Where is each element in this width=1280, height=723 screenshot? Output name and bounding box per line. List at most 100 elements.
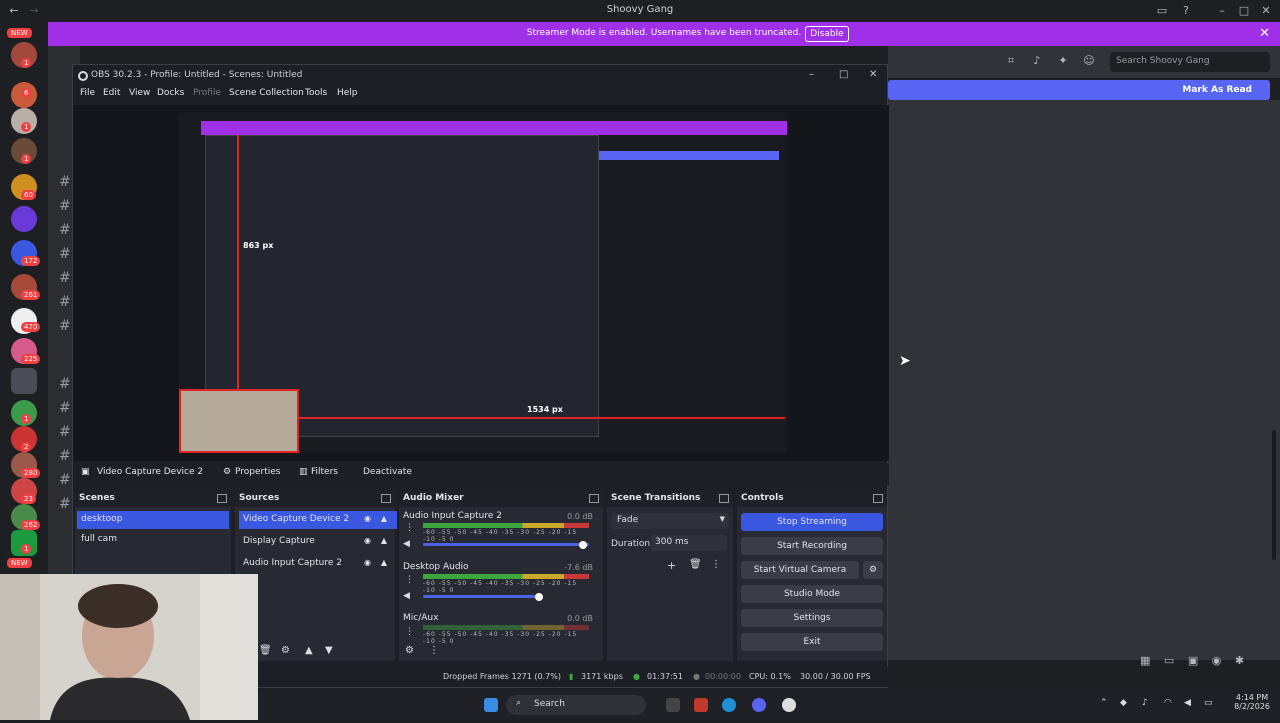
source-properties-icon[interactable]: ⚙ bbox=[281, 645, 290, 656]
screen-share-icon[interactable]: ▭ bbox=[1164, 654, 1174, 667]
filters-icon[interactable]: ▥ bbox=[299, 467, 308, 481]
scrollbar[interactable] bbox=[1272, 430, 1276, 560]
source-item[interactable]: Audio Input Capture 2 ◉ ▲ bbox=[239, 555, 397, 573]
emoji-icon[interactable]: ◉ bbox=[1212, 654, 1222, 667]
lock-icon[interactable]: ▲ bbox=[381, 558, 387, 567]
properties-button[interactable]: Properties bbox=[235, 467, 280, 481]
close-icon[interactable]: ✕ bbox=[869, 69, 877, 80]
menu-file[interactable]: File bbox=[80, 88, 95, 98]
soundboard-icon[interactable]: ▣ bbox=[1188, 654, 1198, 667]
channel-hash-icon[interactable]: # bbox=[59, 246, 71, 262]
speaker-icon[interactable]: ◀ bbox=[403, 591, 410, 601]
menu-view[interactable]: View bbox=[129, 88, 150, 98]
volume-slider[interactable] bbox=[423, 543, 589, 546]
tray-chevron-icon[interactable]: ⌃ bbox=[1100, 698, 1108, 708]
inbox-icon[interactable]: ▭ bbox=[1154, 3, 1170, 19]
channel-hash-icon[interactable]: # bbox=[59, 400, 71, 416]
undock-icon[interactable] bbox=[873, 494, 883, 503]
app-icon[interactable] bbox=[694, 698, 708, 712]
scene-item[interactable]: desktoop bbox=[77, 511, 229, 529]
channel-hash-icon[interactable]: # bbox=[59, 222, 71, 238]
speaker-icon[interactable]: ◀ bbox=[403, 539, 410, 549]
deactivate-button[interactable]: Deactivate bbox=[363, 467, 412, 481]
battery-icon[interactable]: ▭ bbox=[1204, 698, 1213, 708]
minimize-icon[interactable]: – bbox=[1214, 3, 1230, 19]
windows-start-icon[interactable] bbox=[484, 698, 498, 712]
settings-button[interactable]: Settings bbox=[741, 609, 883, 627]
trash-icon[interactable]: 🗑 bbox=[689, 559, 702, 570]
wifi-icon[interactable]: ◠ bbox=[1164, 698, 1172, 708]
menu-tools[interactable]: Tools bbox=[305, 88, 327, 98]
start-recording-button[interactable]: Start Recording bbox=[741, 537, 883, 555]
volume-slider-handle[interactable] bbox=[579, 541, 587, 549]
menu-dots-icon[interactable]: ⋮ bbox=[711, 559, 721, 570]
move-down-icon[interactable]: ▼ bbox=[325, 645, 333, 656]
scene-item[interactable]: full cam bbox=[77, 531, 229, 549]
menu-docks[interactable]: Docks bbox=[157, 88, 184, 98]
help-icon[interactable]: ? bbox=[1178, 3, 1194, 19]
visibility-eye-icon[interactable]: ◉ bbox=[364, 558, 371, 567]
visibility-eye-icon[interactable]: ◉ bbox=[364, 536, 371, 545]
channel-hash-icon[interactable]: # bbox=[59, 376, 71, 392]
channel-hash-icon[interactable]: # bbox=[59, 318, 71, 334]
add-icon[interactable]: + bbox=[667, 559, 676, 572]
server-icon[interactable] bbox=[11, 368, 37, 394]
channel-hash-icon[interactable]: # bbox=[59, 294, 71, 310]
exit-button[interactable]: Exit bbox=[741, 633, 883, 651]
maximize-icon[interactable]: □ bbox=[839, 69, 848, 80]
undock-icon[interactable] bbox=[381, 494, 391, 503]
lock-icon[interactable]: ▲ bbox=[381, 536, 387, 545]
mixer-menu-icon[interactable]: ⋮ bbox=[429, 645, 439, 656]
channel-hash-icon[interactable]: # bbox=[59, 198, 71, 214]
menu-dots-icon[interactable]: ⋮ bbox=[405, 523, 414, 533]
channel-hash-icon[interactable]: # bbox=[59, 448, 71, 464]
disable-streamer-mode-button[interactable]: Disable bbox=[805, 26, 849, 42]
remove-source-icon[interactable]: 🗑 bbox=[259, 645, 272, 656]
filters-button[interactable]: Filters bbox=[311, 467, 338, 481]
edge-icon[interactable] bbox=[722, 698, 736, 712]
channel-hash-icon[interactable]: # bbox=[59, 472, 71, 488]
menu-dots-icon[interactable]: ⋮ bbox=[405, 575, 414, 585]
visibility-eye-icon[interactable]: ◉ bbox=[364, 514, 371, 523]
pin-icon[interactable]: ✦ bbox=[1056, 54, 1070, 68]
properties-gear-icon[interactable]: ⚙ bbox=[223, 467, 231, 481]
obs-icon[interactable] bbox=[782, 698, 796, 712]
channel-hash-icon[interactable]: # bbox=[59, 424, 71, 440]
volume-icon[interactable]: ◀ bbox=[1184, 698, 1191, 708]
notification-bell-icon[interactable]: ♪ bbox=[1030, 54, 1044, 68]
source-item[interactable]: Display Capture ◉ ▲ bbox=[239, 533, 397, 551]
tray-app-icon[interactable]: ◆ bbox=[1120, 698, 1127, 708]
maximize-icon[interactable]: □ bbox=[1236, 3, 1252, 19]
menu-profile[interactable]: Profile bbox=[193, 88, 221, 98]
channel-hash-icon[interactable]: # bbox=[59, 270, 71, 286]
discord-icon[interactable] bbox=[752, 698, 766, 712]
volume-slider-handle[interactable] bbox=[535, 593, 543, 601]
task-view-icon[interactable] bbox=[666, 698, 680, 712]
undock-icon[interactable] bbox=[217, 494, 227, 503]
server-icon[interactable] bbox=[11, 206, 37, 232]
close-icon[interactable]: ✕ bbox=[1258, 3, 1274, 19]
taskbar-search[interactable]: ⌕ Search bbox=[506, 695, 646, 715]
source-item[interactable]: Video Capture Device 2 ◉ ▲ bbox=[239, 511, 397, 529]
virtual-camera-settings-icon[interactable]: ⚙ bbox=[863, 561, 883, 579]
new-messages-bar[interactable]: Mark As Read bbox=[888, 80, 1270, 100]
taskbar-clock[interactable]: 4:14 PM 8/2/2026 bbox=[1234, 693, 1270, 711]
lock-icon[interactable]: ▲ bbox=[381, 514, 387, 523]
close-banner-icon[interactable]: ✕ bbox=[1259, 26, 1270, 41]
activity-icon[interactable]: ▦ bbox=[1140, 654, 1150, 667]
gear-icon[interactable]: ✱ bbox=[1235, 654, 1244, 667]
channel-hash-icon[interactable]: # bbox=[59, 174, 71, 190]
server-search-input[interactable]: Search Shoovy Gang bbox=[1110, 52, 1270, 72]
stop-streaming-button[interactable]: Stop Streaming bbox=[741, 513, 883, 531]
menu-help[interactable]: Help bbox=[337, 88, 358, 98]
minimize-icon[interactable]: – bbox=[809, 69, 814, 80]
menu-scene-collection[interactable]: Scene Collection bbox=[229, 88, 304, 98]
transition-select[interactable]: Fade ▼ bbox=[611, 513, 729, 529]
obs-preview[interactable]: 863 px 1534 px bbox=[73, 105, 889, 461]
undock-icon[interactable] bbox=[589, 494, 599, 503]
channel-hash-icon[interactable]: # bbox=[59, 496, 71, 512]
mark-as-read-button[interactable]: Mark As Read bbox=[1182, 85, 1252, 95]
move-up-icon[interactable]: ▲ bbox=[305, 645, 313, 656]
menu-dots-icon[interactable]: ⋮ bbox=[405, 627, 414, 637]
mixer-settings-icon[interactable]: ⚙ bbox=[405, 645, 414, 656]
